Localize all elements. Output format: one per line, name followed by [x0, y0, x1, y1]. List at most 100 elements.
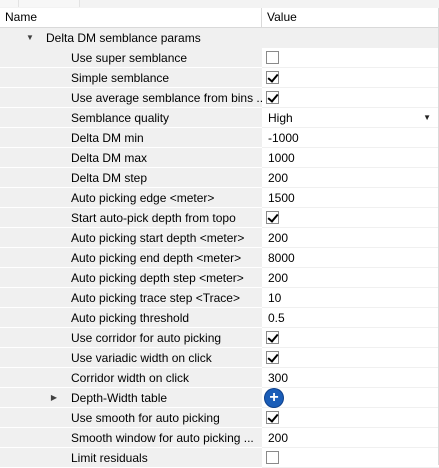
plus-circle-icon[interactable]: +	[265, 389, 283, 407]
property-value[interactable]: 300	[268, 368, 288, 388]
property-label: Semblance quality	[71, 111, 170, 125]
property-value[interactable]: 10	[268, 288, 281, 308]
property-row[interactable]: Auto picking edge <meter> 1500	[0, 188, 439, 208]
property-value[interactable]: 200	[268, 168, 288, 188]
property-value-cell[interactable]: 200	[262, 168, 439, 188]
property-row[interactable]: Use smooth for auto picking	[0, 408, 439, 428]
property-value-cell[interactable]	[262, 208, 439, 228]
property-checkbox[interactable]	[266, 331, 279, 344]
property-value-cell[interactable]: 10	[262, 288, 439, 308]
property-value-cell[interactable]: +	[262, 388, 439, 408]
property-row[interactable]: Auto picking depth step <meter> 200	[0, 268, 439, 288]
property-row[interactable]: Simple semblance	[0, 68, 439, 88]
property-row[interactable]: Delta DM max 1000	[0, 148, 439, 168]
property-checkbox[interactable]	[266, 51, 279, 64]
triangle-down-icon[interactable]: ▼	[24, 28, 36, 48]
property-value[interactable]: 1000	[268, 148, 295, 168]
property-checkbox[interactable]	[266, 451, 279, 464]
property-name-cell: Auto picking trace step <Trace>	[0, 288, 262, 308]
property-label: Auto picking threshold	[71, 311, 190, 325]
property-value-cell[interactable]: 1000	[262, 148, 439, 168]
toolstrip-tab[interactable]	[19, 0, 80, 7]
property-row[interactable]: Smooth window for auto picking ... 200	[0, 428, 439, 448]
property-value-cell[interactable]: High ▼	[262, 108, 439, 128]
property-name-cell: Start auto-pick depth from topo	[0, 208, 262, 228]
property-grid: Name Value ▼ Delta DM semblance params U…	[0, 8, 439, 468]
property-value[interactable]: 200	[268, 428, 288, 448]
property-row[interactable]: Delta DM step 200	[0, 168, 439, 188]
property-label: Auto picking depth step <meter>	[71, 271, 244, 285]
property-value[interactable]: 200	[268, 228, 288, 248]
property-name-cell: Simple semblance	[0, 68, 262, 88]
property-row[interactable]: Auto picking trace step <Trace> 10	[0, 288, 439, 308]
property-name-cell: Use corridor for auto picking	[0, 328, 262, 348]
property-value-cell[interactable]: 300	[262, 368, 439, 388]
chevron-down-icon[interactable]: ▼	[423, 108, 431, 128]
property-label: Auto picking end depth <meter>	[71, 251, 242, 265]
property-label: Auto picking start depth <meter>	[71, 231, 245, 245]
property-label: Use smooth for auto picking	[71, 411, 220, 425]
property-label: Use corridor for auto picking	[71, 331, 222, 345]
property-row[interactable]: Use average semblance from bins ...	[0, 88, 439, 108]
property-row[interactable]: ▶ Depth-Width table +	[0, 388, 439, 408]
property-checkbox[interactable]	[266, 411, 279, 424]
property-value-cell[interactable]: 1500	[262, 188, 439, 208]
property-name-cell: ▶ Depth-Width table	[0, 388, 262, 408]
property-name-cell: Use average semblance from bins ...	[0, 88, 262, 108]
property-value-cell[interactable]: 200	[262, 428, 439, 448]
property-value[interactable]: 8000	[268, 248, 295, 268]
group-label: Delta DM semblance params	[46, 31, 201, 45]
property-value-cell[interactable]: 8000	[262, 248, 439, 268]
property-value-cell[interactable]: 0.5	[262, 308, 439, 328]
property-value[interactable]: 0.5	[268, 308, 285, 328]
property-label: Auto picking trace step <Trace>	[71, 291, 240, 305]
property-label: Use super semblance	[71, 51, 188, 65]
dropdown-value[interactable]: High	[268, 108, 293, 128]
column-header-name[interactable]: Name	[0, 8, 262, 27]
property-row[interactable]: Auto picking threshold 0.5	[0, 308, 439, 328]
property-row[interactable]: Start auto-pick depth from topo	[0, 208, 439, 228]
property-row[interactable]: Delta DM min -1000	[0, 128, 439, 148]
property-name-cell: Delta DM max	[0, 148, 262, 168]
property-checkbox[interactable]	[266, 351, 279, 364]
property-checkbox[interactable]	[266, 71, 279, 84]
property-name-cell: Auto picking threshold	[0, 308, 262, 328]
property-checkbox[interactable]	[266, 91, 279, 104]
group-row-delta-dm[interactable]: ▼ Delta DM semblance params	[0, 28, 439, 48]
column-header-value[interactable]: Value	[262, 8, 439, 27]
property-value-cell[interactable]	[262, 448, 439, 468]
property-name-cell: Corridor width on click	[0, 368, 262, 388]
group-name-cell: ▼ Delta DM semblance params	[0, 28, 262, 48]
property-name-cell: Auto picking depth step <meter>	[0, 268, 262, 288]
property-label: Simple semblance	[71, 71, 170, 85]
property-value-cell[interactable]	[262, 408, 439, 428]
property-name-cell: Delta DM step	[0, 168, 262, 188]
property-row[interactable]: Auto picking end depth <meter> 8000	[0, 248, 439, 268]
property-name-cell: Limit residuals	[0, 448, 262, 468]
property-label: Smooth window for auto picking ...	[71, 431, 254, 445]
property-name-cell: Use super semblance	[0, 48, 262, 68]
property-value-cell[interactable]	[262, 48, 439, 68]
property-row[interactable]: Corridor width on click 300	[0, 368, 439, 388]
property-value[interactable]: 1500	[268, 188, 295, 208]
property-value-cell[interactable]	[262, 328, 439, 348]
triangle-right-icon[interactable]: ▶	[48, 388, 60, 407]
property-row[interactable]: Use corridor for auto picking	[0, 328, 439, 348]
property-row[interactable]: Limit residuals	[0, 448, 439, 468]
property-value-cell[interactable]: 200	[262, 228, 439, 248]
property-row[interactable]: Semblance quality High ▼	[0, 108, 439, 128]
property-value[interactable]: 200	[268, 268, 288, 288]
property-row[interactable]: Auto picking start depth <meter> 200	[0, 228, 439, 248]
property-row[interactable]: Use super semblance	[0, 48, 439, 68]
property-value-cell[interactable]	[262, 348, 439, 368]
toolstrip-tab[interactable]	[0, 0, 19, 7]
property-value-cell[interactable]	[262, 68, 439, 88]
property-name-cell: Auto picking end depth <meter>	[0, 248, 262, 268]
property-row[interactable]: Use variadic width on click	[0, 348, 439, 368]
property-label: Depth-Width table	[71, 391, 168, 405]
property-checkbox[interactable]	[266, 211, 279, 224]
property-value-cell[interactable]	[262, 88, 439, 108]
property-value-cell[interactable]: 200	[262, 268, 439, 288]
property-value[interactable]: -1000	[268, 128, 299, 148]
property-value-cell[interactable]: -1000	[262, 128, 439, 148]
